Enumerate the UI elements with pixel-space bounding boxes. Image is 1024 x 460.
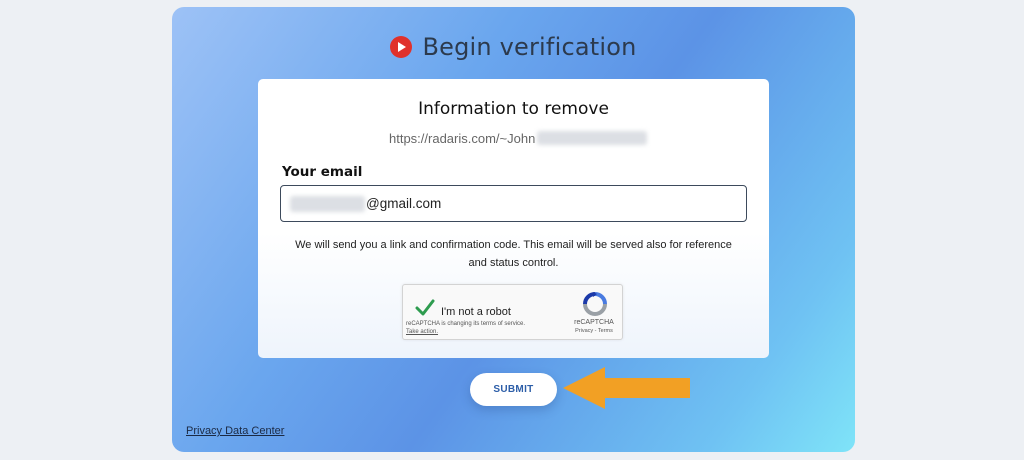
email-label: Your email — [282, 164, 363, 180]
page-title: Begin verification — [422, 33, 637, 61]
card-heading: Information to remove — [418, 99, 609, 119]
redacted-name-blur — [537, 131, 648, 145]
verification-card: Information to remove https://radaris.co… — [258, 79, 769, 358]
recaptcha-take-action-link[interactable]: Take action. — [406, 329, 438, 335]
recaptcha-widget: I'm not a robot reCAPTCHA is changing it… — [402, 284, 623, 340]
radaris-play-logo-icon — [390, 36, 413, 58]
redacted-email-blur — [290, 195, 365, 212]
email-notice: We will send you a link and confirmation… — [288, 236, 739, 272]
recaptcha-check-icon[interactable] — [415, 299, 435, 317]
email-notice-line2: and status control. — [468, 257, 559, 269]
email-value: @gmail.com — [366, 196, 442, 211]
recaptcha-terms-notice: reCAPTCHA is changing its terms of servi… — [406, 321, 526, 327]
email-field[interactable]: @gmail.com — [280, 185, 747, 222]
recaptcha-brand: reCAPTCHA — [574, 319, 614, 326]
privacy-data-center-link[interactable]: Privacy Data Center — [186, 425, 284, 437]
profile-url: https://radaris.com/~John — [389, 129, 648, 147]
title-row: Begin verification — [172, 33, 855, 61]
verification-panel: Begin verification Information to remove… — [172, 7, 855, 452]
orange-arrow-icon — [563, 367, 690, 409]
recaptcha-checkbox-label: I'm not a robot — [441, 306, 511, 318]
email-notice-line1: We will send you a link and confirmation… — [295, 239, 732, 251]
profile-url-text: https://radaris.com/~John — [389, 130, 536, 146]
submit-button[interactable]: SUBMIT — [470, 373, 557, 406]
recaptcha-logo-icon — [583, 292, 607, 316]
recaptcha-privacy-terms-links[interactable]: Privacy - Terms — [571, 328, 617, 334]
